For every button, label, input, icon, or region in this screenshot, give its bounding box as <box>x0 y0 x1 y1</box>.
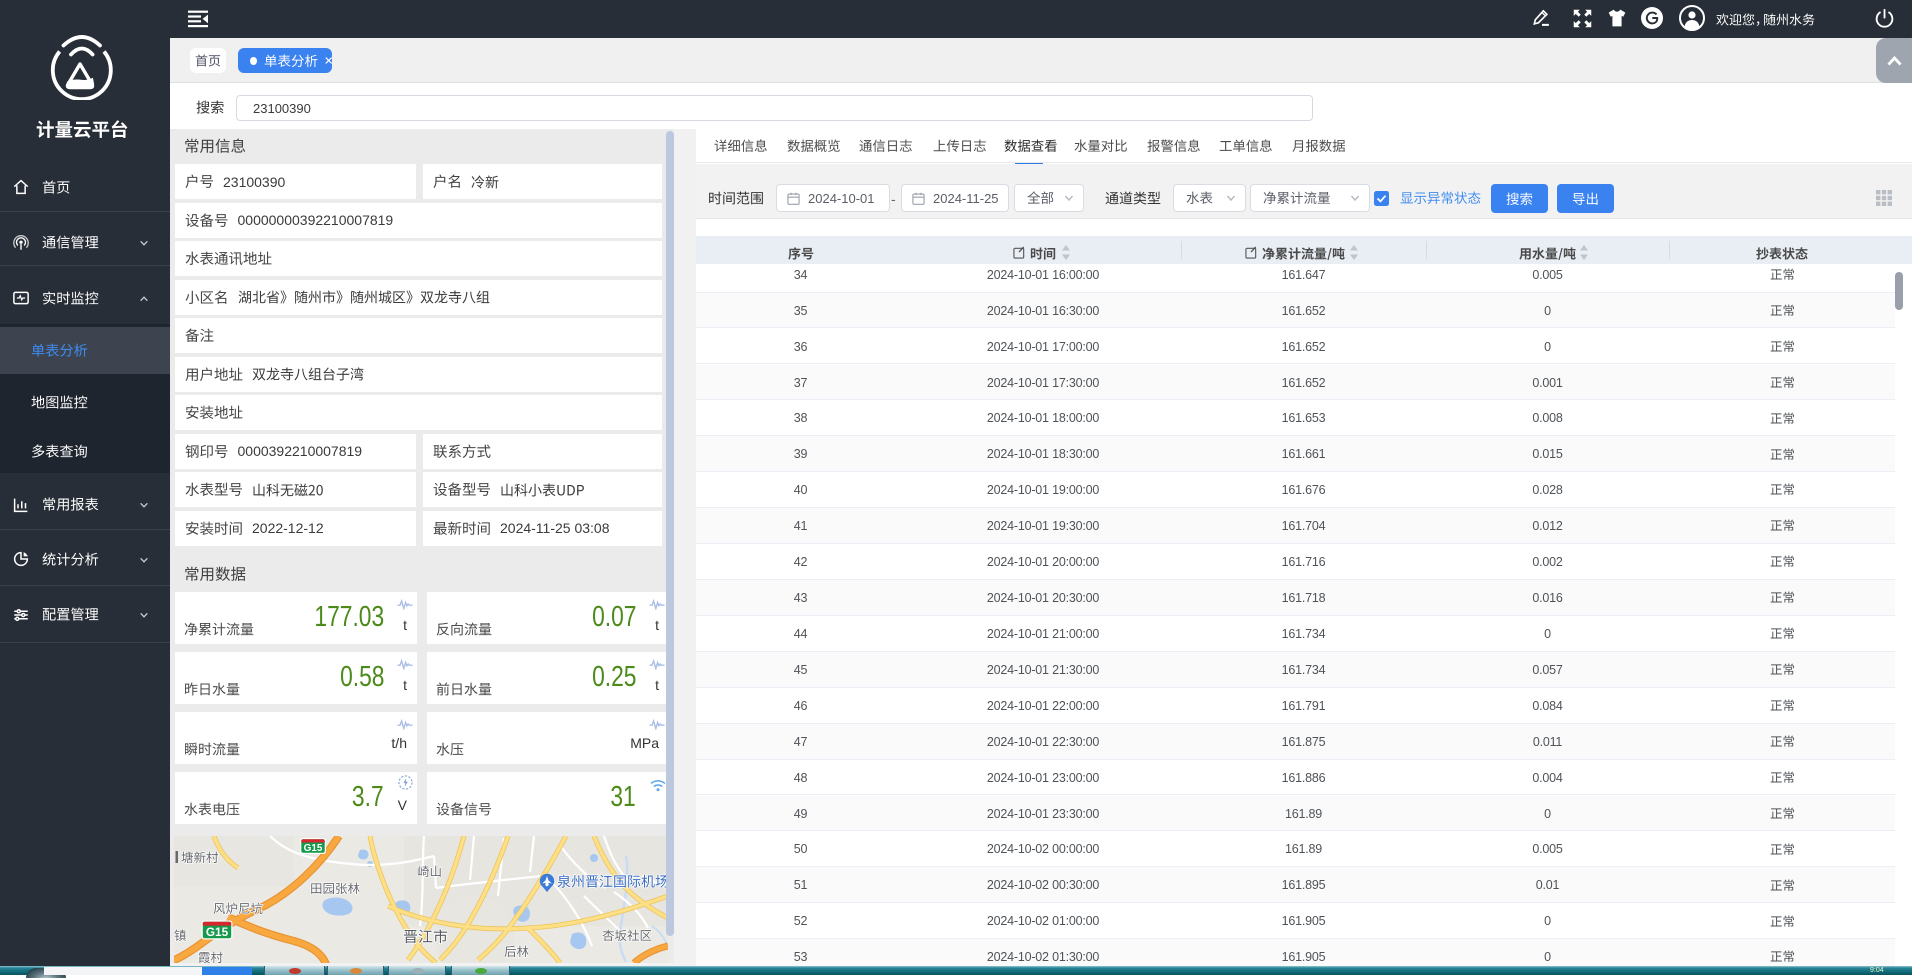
svg-text:G15: G15 <box>206 926 229 939</box>
svg-text:G15: G15 <box>304 843 323 854</box>
